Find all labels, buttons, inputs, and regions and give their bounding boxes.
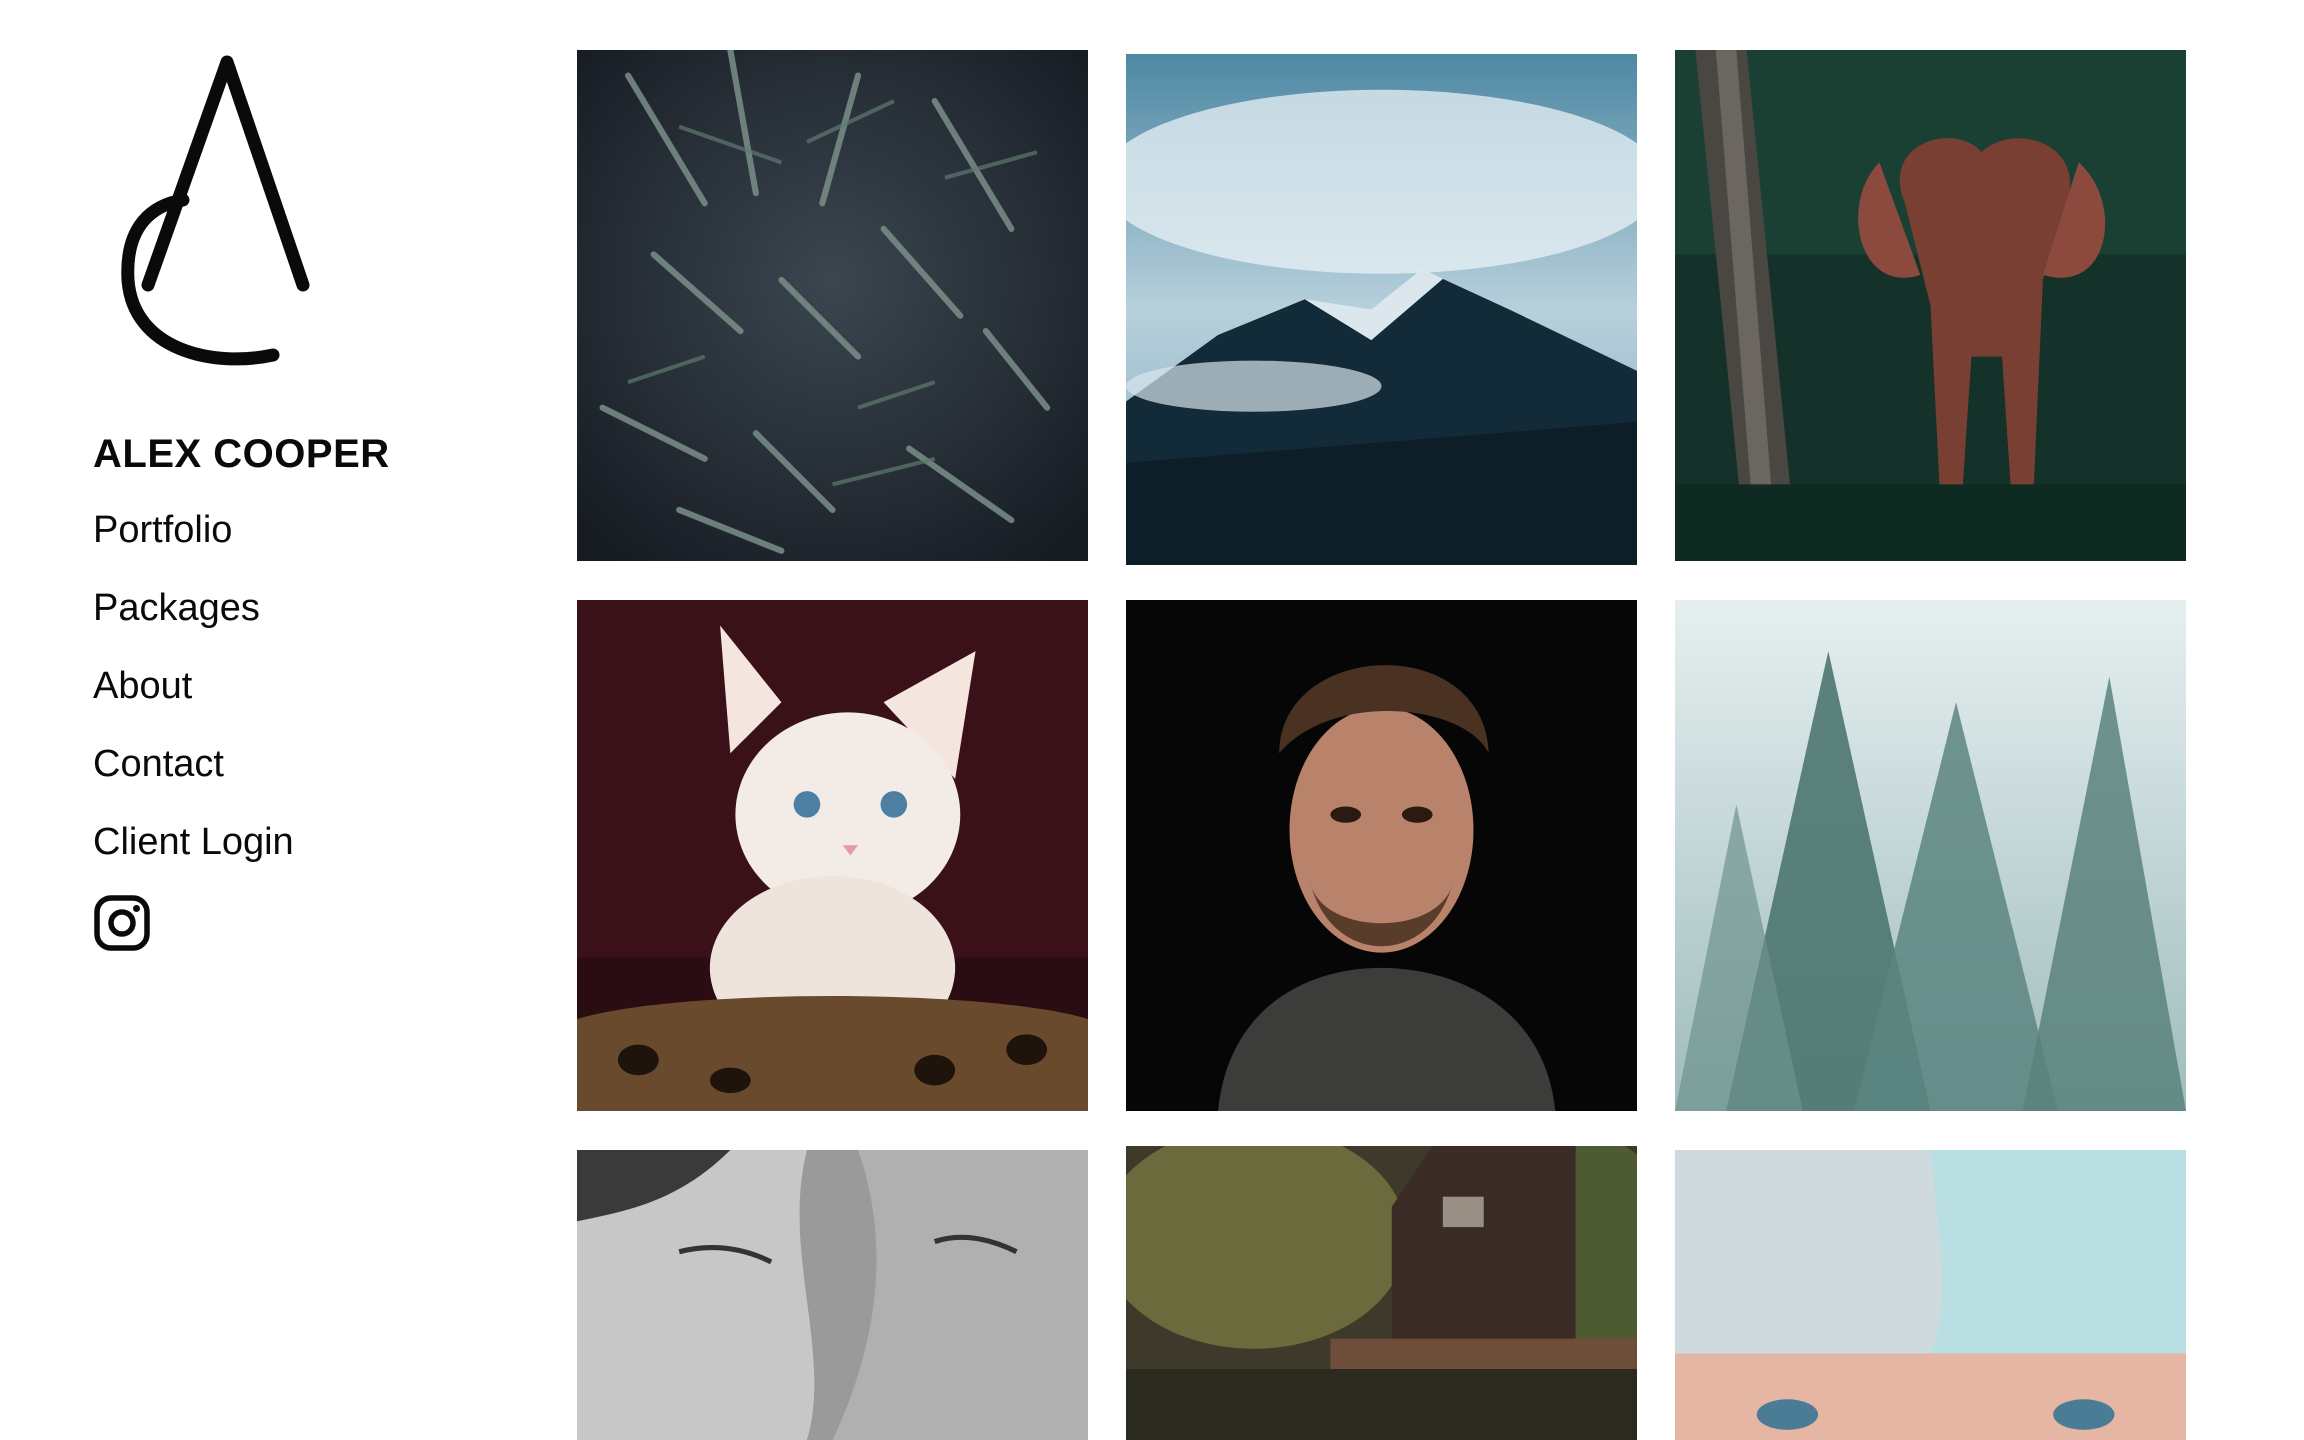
nav-item-client-login: Client Login bbox=[93, 812, 493, 890]
gallery-image-couple[interactable] bbox=[577, 1150, 1088, 1440]
logo-monogram[interactable] bbox=[103, 50, 343, 380]
nav-link-portfolio[interactable]: Portfolio bbox=[93, 509, 232, 551]
gallery-image-knit-hats[interactable] bbox=[1675, 1150, 2186, 1440]
nav-item-about: About bbox=[93, 656, 493, 734]
site-title[interactable]: ALEX COOPER bbox=[93, 430, 493, 478]
main-nav: Portfolio Packages About Contact Client … bbox=[93, 500, 493, 890]
gallery-image-barn[interactable] bbox=[1126, 1146, 1637, 1440]
instagram-icon[interactable] bbox=[93, 894, 151, 952]
gallery-image-mountain[interactable] bbox=[1126, 54, 1637, 565]
nav-link-client-login[interactable]: Client Login bbox=[93, 821, 294, 863]
nav-item-contact: Contact bbox=[93, 734, 493, 812]
gallery-image-portrait[interactable] bbox=[1126, 600, 1637, 1111]
page: ALEX COOPER Portfolio Packages About Con… bbox=[0, 0, 2304, 1440]
gallery-image-elephant[interactable] bbox=[1675, 50, 2186, 561]
nav-item-packages: Packages bbox=[93, 578, 493, 656]
nav-item-portfolio: Portfolio bbox=[93, 500, 493, 578]
nav-link-contact[interactable]: Contact bbox=[93, 743, 224, 785]
gallery-image-pine-forest[interactable] bbox=[1675, 600, 2186, 1111]
gallery-image-kitten[interactable] bbox=[577, 600, 1088, 1111]
gallery-image-bamboo[interactable] bbox=[577, 50, 1088, 561]
nav-link-about[interactable]: About bbox=[93, 665, 192, 707]
nav-link-packages[interactable]: Packages bbox=[93, 587, 260, 629]
sidebar: ALEX COOPER Portfolio Packages About Con… bbox=[93, 50, 493, 957]
